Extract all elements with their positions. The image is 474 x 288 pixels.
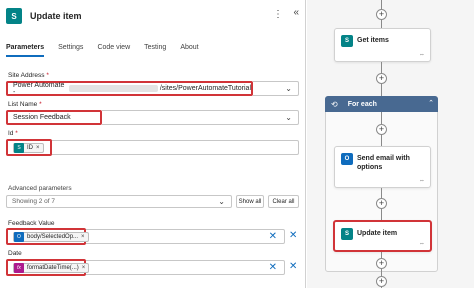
- sharepoint-icon: S: [341, 35, 353, 47]
- clear-icon[interactable]: ✕: [269, 262, 277, 273]
- date-token[interactable]: fx formatDateTime(...) ×: [13, 262, 90, 273]
- collapse-panel-icon[interactable]: «: [293, 7, 299, 18]
- site-address-dropdown[interactable]: Power Automate - /sites/PowerAutomateTut…: [6, 81, 253, 96]
- site-address-dropdown-tail[interactable]: ⌄: [253, 81, 299, 96]
- tab-parameters[interactable]: Parameters: [6, 44, 45, 57]
- clear-all-button[interactable]: Clear all: [268, 195, 299, 208]
- remove-token-icon[interactable]: ×: [82, 265, 86, 271]
- sharepoint-icon: S: [14, 142, 24, 153]
- id-label: Id *: [8, 130, 18, 137]
- remove-parameter-icon[interactable]: ✕: [289, 230, 297, 241]
- update-item-card[interactable]: S Update item ⇔: [333, 220, 432, 252]
- link-icon: ⇔: [419, 52, 425, 58]
- date-label: Date: [8, 250, 22, 257]
- id-token[interactable]: S ID ×: [13, 142, 44, 153]
- card-title: Send email with options: [357, 155, 410, 171]
- more-options-icon[interactable]: ⋮: [273, 9, 283, 20]
- add-step-plus-icon[interactable]: +: [376, 73, 387, 84]
- add-step-plus-icon[interactable]: +: [376, 276, 387, 287]
- add-step-plus-icon[interactable]: +: [376, 124, 387, 135]
- tab-testing[interactable]: Testing: [144, 44, 166, 55]
- date-token-box[interactable]: fx formatDateTime(...) ×: [6, 259, 90, 276]
- list-name-dropdown[interactable]: Session Feedback: [6, 110, 102, 125]
- site-address-suffix: /sites/PowerAutomateTutorial: [159, 85, 251, 92]
- get-items-card[interactable]: S Get items ⇔: [334, 28, 431, 62]
- outlook-icon: O: [341, 153, 353, 165]
- remove-token-icon[interactable]: ×: [81, 234, 85, 240]
- list-name-value: Session Feedback: [13, 114, 71, 121]
- feedback-value-label: Feedback Value: [8, 220, 55, 227]
- link-icon: ⇔: [419, 178, 425, 184]
- properties-panel: S Update item ⋮ « Parameters Settings Co…: [0, 0, 306, 288]
- add-step-plus-icon[interactable]: +: [376, 9, 387, 20]
- panel-header: S Update item ⋮ «: [6, 6, 299, 26]
- card-title: Update item: [357, 230, 398, 237]
- list-name-dropdown-tail[interactable]: ⌄: [102, 110, 299, 125]
- list-name-label: List Name *: [8, 101, 42, 108]
- chevron-up-icon[interactable]: ⌃: [428, 99, 434, 107]
- tab-code-view[interactable]: Code view: [97, 44, 130, 55]
- link-icon: ⇔: [419, 241, 425, 247]
- for-each-header[interactable]: ⟲ For each ⌃: [325, 96, 438, 112]
- site-address-prefix: Power Automate -: [13, 81, 65, 96]
- add-step-plus-icon[interactable]: +: [376, 198, 387, 209]
- add-step-plus-icon[interactable]: +: [376, 258, 387, 269]
- redacted-tenant: [68, 85, 158, 92]
- loop-icon: ⟲: [331, 99, 338, 109]
- panel-title: Update item: [30, 11, 82, 21]
- flow-canvas: + S Get items ⇔ + ⟲ For each ⌃ + O Send …: [307, 0, 474, 288]
- for-each-title: For each: [347, 100, 377, 108]
- show-all-button[interactable]: Show all: [236, 195, 264, 208]
- id-token-box[interactable]: S ID ×: [6, 139, 52, 156]
- remove-parameter-icon[interactable]: ✕: [289, 261, 297, 272]
- function-icon: fx: [14, 262, 24, 273]
- tab-about[interactable]: About: [180, 44, 198, 55]
- advanced-parameters-label: Advanced parameters: [8, 185, 72, 192]
- panel-tabs: Parameters Settings Code view Testing Ab…: [6, 44, 199, 57]
- sharepoint-icon: S: [6, 8, 22, 24]
- feedback-token[interactable]: O body/SelectedOp... ×: [13, 231, 89, 242]
- sharepoint-icon: S: [341, 228, 353, 240]
- send-email-card[interactable]: O Send email with options ⇔: [334, 146, 431, 188]
- feedback-token-box[interactable]: O body/SelectedOp... ×: [6, 228, 89, 245]
- site-address-label: Site Address *: [8, 72, 49, 79]
- card-title: Get items: [357, 37, 389, 44]
- outlook-icon: O: [14, 231, 24, 242]
- chevron-down-icon: ⌄: [285, 113, 292, 122]
- tab-settings[interactable]: Settings: [58, 44, 83, 55]
- remove-token-icon[interactable]: ×: [36, 145, 40, 151]
- advanced-parameters-select[interactable]: Showing 2 of 7 ⌄: [6, 195, 232, 208]
- clear-icon[interactable]: ✕: [269, 231, 277, 242]
- chevron-down-icon: ⌄: [218, 197, 225, 206]
- chevron-down-icon: ⌄: [285, 84, 292, 93]
